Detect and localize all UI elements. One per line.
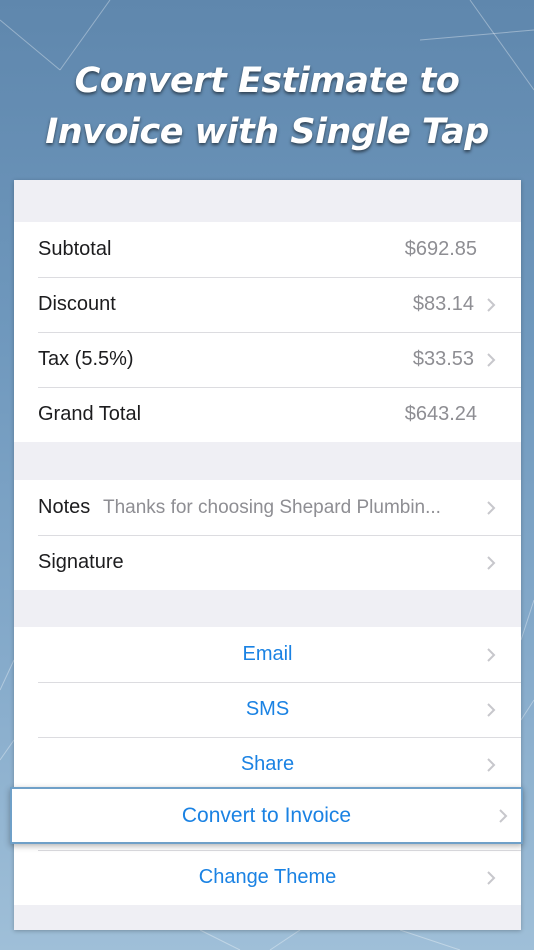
chevron-right-icon: [487, 647, 496, 662]
chevron-right-icon: [487, 870, 496, 885]
grand-total-value: $643.24: [404, 403, 477, 425]
discount-row[interactable]: Discount $83.14: [14, 277, 521, 332]
chevron-right-icon: [499, 808, 508, 823]
headline-line-1: Convert Estimate to: [74, 61, 460, 101]
actions-group: Email SMS Share Change Theme: [14, 627, 521, 905]
convert-to-invoice-button[interactable]: Convert to Invoice: [12, 804, 521, 828]
signature-label: Signature: [38, 551, 124, 573]
chevron-right-icon: [487, 702, 496, 717]
share-row[interactable]: Share: [14, 737, 521, 792]
convert-to-invoice-row[interactable]: Convert to Invoice: [10, 787, 523, 844]
discount-value: $83.14: [412, 293, 474, 315]
subtotal-label: Subtotal: [38, 238, 112, 260]
signature-row[interactable]: Signature: [14, 535, 521, 590]
sms-button[interactable]: SMS: [14, 698, 521, 721]
details-group: Notes Thanks for choosing Shepard Plumbi…: [14, 480, 521, 590]
subtotal-row: Subtotal $692.85: [14, 222, 521, 277]
grand-total-label: Grand Total: [38, 403, 142, 425]
grand-total-row: Grand Total $643.24: [14, 387, 521, 442]
chevron-right-icon: [487, 500, 496, 515]
notes-row[interactable]: Notes Thanks for choosing Shepard Plumbi…: [14, 480, 521, 535]
change-theme-row[interactable]: Change Theme: [14, 850, 521, 905]
subtotal-value: $692.85: [404, 238, 477, 260]
chevron-right-icon: [487, 757, 496, 772]
share-button[interactable]: Share: [14, 753, 521, 776]
notes-label: Notes: [38, 496, 91, 518]
tax-value: $33.53: [412, 348, 474, 370]
headline: Convert Estimate to Invoice with Single …: [0, 56, 534, 158]
discount-label: Discount: [38, 293, 116, 315]
tax-row[interactable]: Tax (5.5%) $33.53: [14, 332, 521, 387]
notes-value: Thanks for choosing Shepard Plumbin...: [103, 496, 441, 518]
sms-row[interactable]: SMS: [14, 682, 521, 737]
chevron-right-icon: [487, 555, 496, 570]
tax-label: Tax (5.5%): [38, 348, 134, 370]
chevron-right-icon: [487, 352, 496, 367]
email-button[interactable]: Email: [14, 643, 521, 666]
totals-group: Subtotal $692.85 Discount $83.14 Tax (5.…: [14, 222, 521, 442]
change-theme-button[interactable]: Change Theme: [14, 866, 521, 889]
headline-line-2: Invoice with Single Tap: [45, 112, 489, 152]
email-row[interactable]: Email: [14, 627, 521, 682]
chevron-right-icon: [487, 297, 496, 312]
